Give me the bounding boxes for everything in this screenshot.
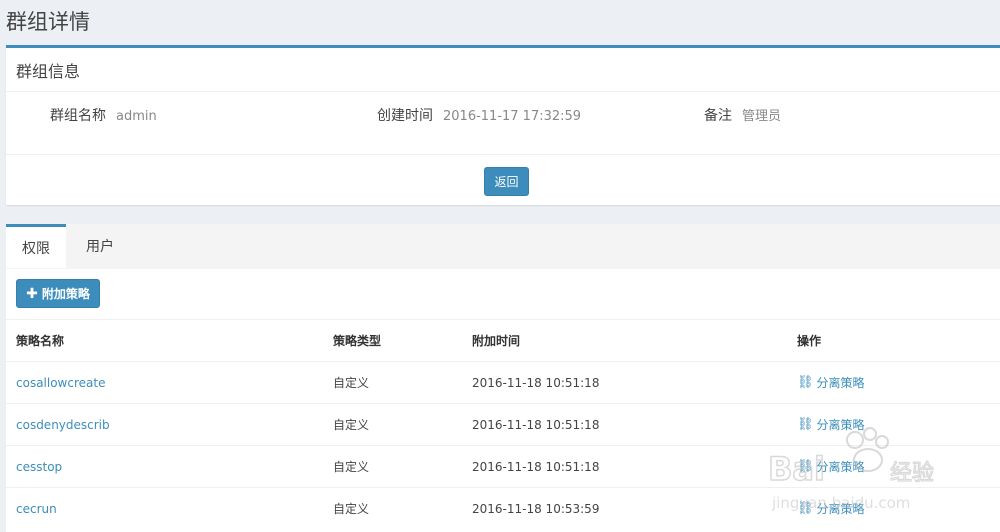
- group-info-row: 群组名称 admin 创建时间 2016-11-17 17:32:59 备注 管…: [6, 92, 1000, 155]
- detach-policy-link[interactable]: ⛓ 分离策略: [797, 416, 865, 433]
- detach-policy-label: 分离策略: [816, 502, 865, 516]
- created-time-field: 创建时间 2016-11-17 17:32:59: [377, 105, 581, 125]
- attach-time-cell: 2016-11-18 10:53:59: [462, 487, 787, 529]
- tab-bar: 权限 用户: [6, 224, 1000, 269]
- table-row: cosdenydescrib 自定义 2016-11-18 10:51:18 ⛓…: [6, 403, 1000, 446]
- action-cell: ⛓ 分离策略: [787, 445, 1000, 488]
- attach-policy-label: 附加策略: [41, 287, 90, 301]
- table-row: cosallowcreate 自定义 2016-11-18 10:51:18 ⛓…: [6, 361, 1000, 404]
- action-cell: ⛓ 分离策略: [787, 487, 1000, 529]
- table-row: cecrun 自定义 2016-11-18 10:53:59 ⛓ 分离策略: [6, 487, 1000, 529]
- table-header-row: 策略名称 策略类型 附加时间 操作: [6, 319, 1000, 362]
- detach-policy-link[interactable]: ⛓ 分离策略: [797, 500, 865, 517]
- remark-value: 管理员: [742, 109, 782, 124]
- tab-permissions[interactable]: 权限: [6, 224, 66, 268]
- attach-time-cell: 2016-11-18 10:51:18: [462, 361, 787, 404]
- detach-policy-label: 分离策略: [816, 418, 865, 432]
- col-attach-time: 附加时间: [462, 319, 787, 362]
- group-info-header: 群组信息: [6, 48, 1000, 92]
- unlink-icon: ⛓: [797, 375, 814, 390]
- unlink-icon: ⛓: [797, 417, 814, 432]
- policy-type-cell: 自定义: [323, 487, 462, 529]
- group-name-label: 群组名称: [50, 108, 106, 124]
- unlink-icon: ⛓: [797, 501, 814, 516]
- tab-users[interactable]: 用户: [70, 224, 130, 268]
- group-name-value: admin: [116, 109, 157, 124]
- policy-type-cell: 自定义: [323, 361, 462, 404]
- detach-policy-label: 分离策略: [816, 460, 865, 474]
- attach-time-cell: 2016-11-18 10:51:18: [462, 445, 787, 488]
- created-time-value: 2016-11-17 17:32:59: [443, 109, 582, 124]
- policy-name-link[interactable]: cesstop: [16, 460, 62, 474]
- group-name-field: 群组名称 admin: [50, 105, 157, 125]
- created-time-label: 创建时间: [377, 108, 433, 124]
- policy-type-cell: 自定义: [323, 403, 462, 446]
- detach-policy-label: 分离策略: [816, 376, 865, 390]
- table-row: cesstop 自定义 2016-11-18 10:51:18 ⛓ 分离策略: [6, 445, 1000, 488]
- page-title: 群组详情: [6, 10, 90, 34]
- policy-name-cell: cesstop: [6, 445, 323, 488]
- group-info-box: 群组信息 群组名称 admin 创建时间 2016-11-17 17:32:59…: [6, 45, 1000, 205]
- detach-policy-link[interactable]: ⛓ 分离策略: [797, 458, 865, 475]
- back-button[interactable]: 返回: [484, 167, 529, 196]
- detach-policy-link[interactable]: ⛓ 分离策略: [797, 374, 865, 391]
- action-cell: ⛓ 分离策略: [787, 403, 1000, 446]
- col-policy-type: 策略类型: [323, 319, 462, 362]
- col-policy-name: 策略名称: [6, 319, 323, 362]
- policy-name-link[interactable]: cosallowcreate: [16, 376, 105, 390]
- policy-name-link[interactable]: cecrun: [16, 502, 57, 516]
- unlink-icon: ⛓: [797, 459, 814, 474]
- plus-icon: ✚: [26, 285, 38, 302]
- tabs-panel: 权限 用户 ✚ 附加策略 策略名称 策略类型 附加时间 操作 cosallowc…: [6, 224, 1000, 532]
- action-cell: ⛓ 分离策略: [787, 361, 1000, 404]
- policy-name-link[interactable]: cosdenydescrib: [16, 418, 110, 432]
- attach-policy-button[interactable]: ✚ 附加策略: [16, 279, 100, 308]
- remark-label: 备注: [704, 108, 732, 124]
- policy-name-cell: cosallowcreate: [6, 361, 323, 404]
- policy-name-cell: cosdenydescrib: [6, 403, 323, 446]
- attach-time-cell: 2016-11-18 10:51:18: [462, 403, 787, 446]
- policy-name-cell: cecrun: [6, 487, 323, 529]
- col-actions: 操作: [787, 319, 1000, 362]
- policy-table: 策略名称 策略类型 附加时间 操作 cosallowcreate 自定义 201…: [6, 319, 1000, 529]
- policy-type-cell: 自定义: [323, 445, 462, 488]
- remark-field: 备注 管理员: [704, 105, 781, 125]
